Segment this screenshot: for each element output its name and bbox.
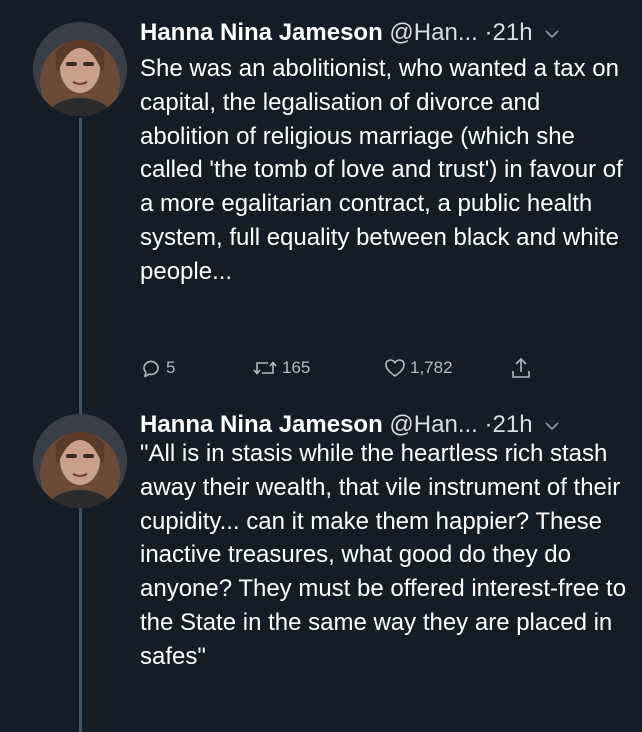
- tweet-text: "All is in stasis while the heartless ri…: [140, 440, 627, 670]
- retweet-button[interactable]: 165: [252, 354, 310, 382]
- share-button[interactable]: [510, 354, 532, 382]
- tweet-header: Hanna Nina Jameson @Han... ·21h: [140, 14, 630, 52]
- chevron-down-icon[interactable]: [545, 13, 559, 51]
- tweet-actions: 5 165 1,782: [140, 354, 560, 382]
- separator-dot: ·: [484, 411, 493, 438]
- like-icon: [384, 357, 406, 379]
- reply-count: 5: [166, 358, 176, 377]
- author-name[interactable]: Hanna Nina Jameson: [140, 411, 383, 438]
- retweet-icon: [252, 357, 278, 379]
- avatar[interactable]: [33, 22, 127, 116]
- tweet-time[interactable]: 21h: [493, 19, 533, 46]
- author-name[interactable]: Hanna Nina Jameson: [140, 19, 383, 46]
- reply-button[interactable]: 5: [140, 354, 175, 382]
- tweet-time[interactable]: 21h: [493, 411, 533, 438]
- retweet-count: 165: [282, 358, 311, 377]
- like-button[interactable]: 1,782: [384, 354, 453, 382]
- author-handle[interactable]: @Han...: [389, 19, 477, 46]
- separator-dot: ·: [484, 19, 493, 46]
- share-icon: [510, 356, 532, 380]
- avatar[interactable]: [33, 414, 127, 508]
- like-count: 1,782: [410, 358, 453, 377]
- reply-icon: [140, 357, 162, 379]
- author-handle[interactable]: @Han...: [389, 411, 477, 438]
- tweet-text: She was an abolitionist, who wanted a ta…: [140, 55, 623, 285]
